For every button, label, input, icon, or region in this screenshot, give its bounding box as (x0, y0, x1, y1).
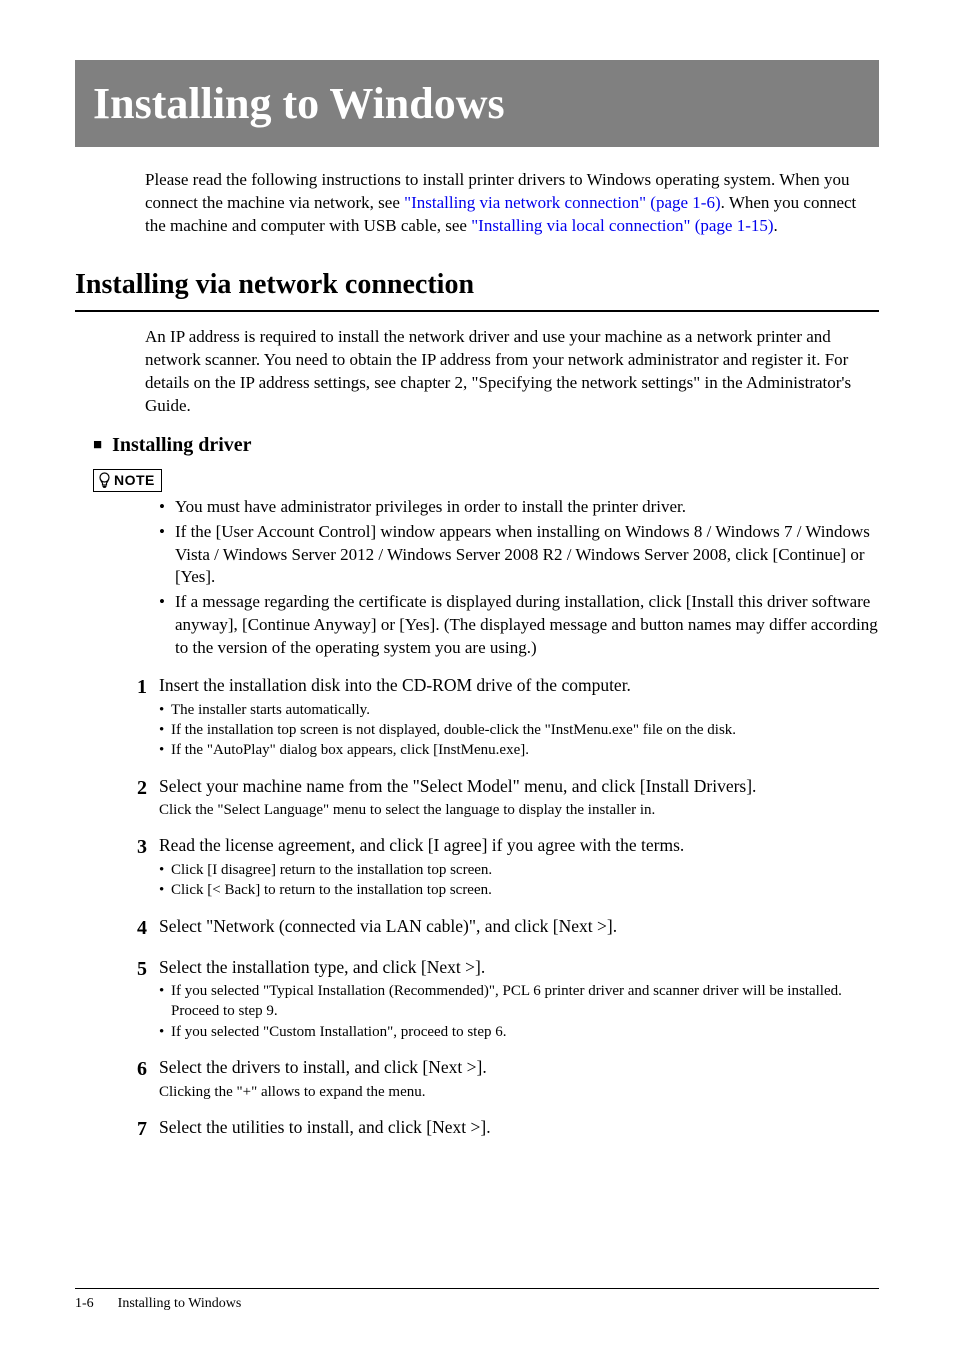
page-footer: 1-6 Installing to Windows (75, 1288, 879, 1314)
bullet-icon: • (159, 981, 171, 1022)
step-number: 7 (129, 1116, 159, 1143)
step-body: Select the installation type, and click … (159, 956, 879, 1042)
step-sub-list: •Click [I disagree] return to the instal… (159, 860, 879, 901)
note-list: • You must have administrator privileges… (159, 496, 879, 661)
step-body: Select "Network (connected via LAN cable… (159, 915, 879, 942)
step-main-text: Read the license agreement, and click [I… (159, 834, 879, 858)
step-main-text: Select "Network (connected via LAN cable… (159, 915, 879, 939)
step-item: 7 Select the utilities to install, and c… (129, 1116, 879, 1143)
bullet-icon: • (159, 860, 171, 880)
step-main-text: Select the utilities to install, and cli… (159, 1116, 879, 1140)
bullet-icon: • (159, 720, 171, 740)
step-main-text: Select the drivers to install, and click… (159, 1056, 879, 1080)
step-body: Insert the installation disk into the CD… (159, 674, 879, 760)
link-local-connection[interactable]: "Installing via local connection" (page … (471, 216, 773, 235)
step-item: 2 Select your machine name from the "Sel… (129, 775, 879, 821)
step-number: 3 (129, 834, 159, 900)
page-number: 1-6 (75, 1295, 94, 1314)
list-item: • If the [User Account Control] window a… (159, 521, 879, 590)
bullet-icon: • (159, 521, 175, 590)
step-sub-text: Click [I disagree] return to the install… (171, 860, 879, 880)
subsection-title: Installing driver (112, 432, 251, 459)
step-sub-text: Click [< Back] to return to the installa… (171, 880, 879, 900)
chapter-title-box: Installing to Windows (75, 60, 879, 147)
link-network-connection[interactable]: "Installing via network connection" (pag… (404, 193, 720, 212)
bullet-icon: • (159, 880, 171, 900)
subsection-heading: ■ Installing driver (93, 432, 879, 459)
intro-paragraph: Please read the following instructions t… (145, 169, 879, 238)
step-sub-text: If you selected "Typical Installation (R… (171, 981, 879, 1022)
list-item: • If a message regarding the certificate… (159, 591, 879, 660)
note-item-text: If the [User Account Control] window app… (175, 521, 879, 590)
intro-text-post: . (774, 216, 778, 235)
step-number: 5 (129, 956, 159, 1042)
step-main-text: Insert the installation disk into the CD… (159, 674, 879, 698)
chapter-title: Installing to Windows (93, 74, 861, 133)
step-sub-list: •The installer starts automatically. •If… (159, 700, 879, 761)
note-item-text: You must have administrator privileges i… (175, 496, 879, 519)
list-item: • You must have administrator privileges… (159, 496, 879, 519)
step-sub-text: If you selected "Custom Installation", p… (171, 1022, 879, 1042)
step-body: Read the license agreement, and click [I… (159, 834, 879, 900)
step-number: 1 (129, 674, 159, 760)
step-body: Select the utilities to install, and cli… (159, 1116, 879, 1143)
step-item: 5 Select the installation type, and clic… (129, 956, 879, 1042)
step-sub-text: If the installation top screen is not di… (171, 720, 879, 740)
step-sub-text: The installer starts automatically. (171, 700, 879, 720)
bullet-icon: • (159, 740, 171, 760)
step-number: 4 (129, 915, 159, 942)
note-item-text: If a message regarding the certificate i… (175, 591, 879, 660)
bullet-icon: • (159, 591, 175, 660)
note-label: NOTE (114, 471, 155, 490)
step-sub-text: If the "AutoPlay" dialog box appears, cl… (171, 740, 879, 760)
step-item: 3 Read the license agreement, and click … (129, 834, 879, 900)
step-list: 1 Insert the installation disk into the … (129, 674, 879, 1143)
note-box: NOTE (93, 469, 162, 492)
section-body: An IP address is required to install the… (145, 326, 879, 418)
step-sub-list: •If you selected "Typical Installation (… (159, 981, 879, 1042)
step-plain-sub: Clicking the "+" allows to expand the me… (159, 1082, 879, 1102)
step-number: 2 (129, 775, 159, 821)
footer-title: Installing to Windows (118, 1295, 242, 1314)
step-main-text: Select your machine name from the "Selec… (159, 775, 879, 799)
bullet-icon: • (159, 700, 171, 720)
section-title: Installing via network connection (75, 266, 879, 312)
step-body: Select the drivers to install, and click… (159, 1056, 879, 1102)
step-main-text: Select the installation type, and click … (159, 956, 879, 980)
bullet-icon: • (159, 496, 175, 519)
step-body: Select your machine name from the "Selec… (159, 775, 879, 821)
step-number: 6 (129, 1056, 159, 1102)
step-plain-sub: Click the "Select Language" menu to sele… (159, 800, 879, 820)
step-item: 4 Select "Network (connected via LAN cab… (129, 915, 879, 942)
step-item: 6 Select the drivers to install, and cli… (129, 1056, 879, 1102)
lightbulb-icon (98, 472, 111, 488)
bullet-icon: • (159, 1022, 171, 1042)
step-item: 1 Insert the installation disk into the … (129, 674, 879, 760)
square-bullet-icon: ■ (93, 435, 102, 455)
